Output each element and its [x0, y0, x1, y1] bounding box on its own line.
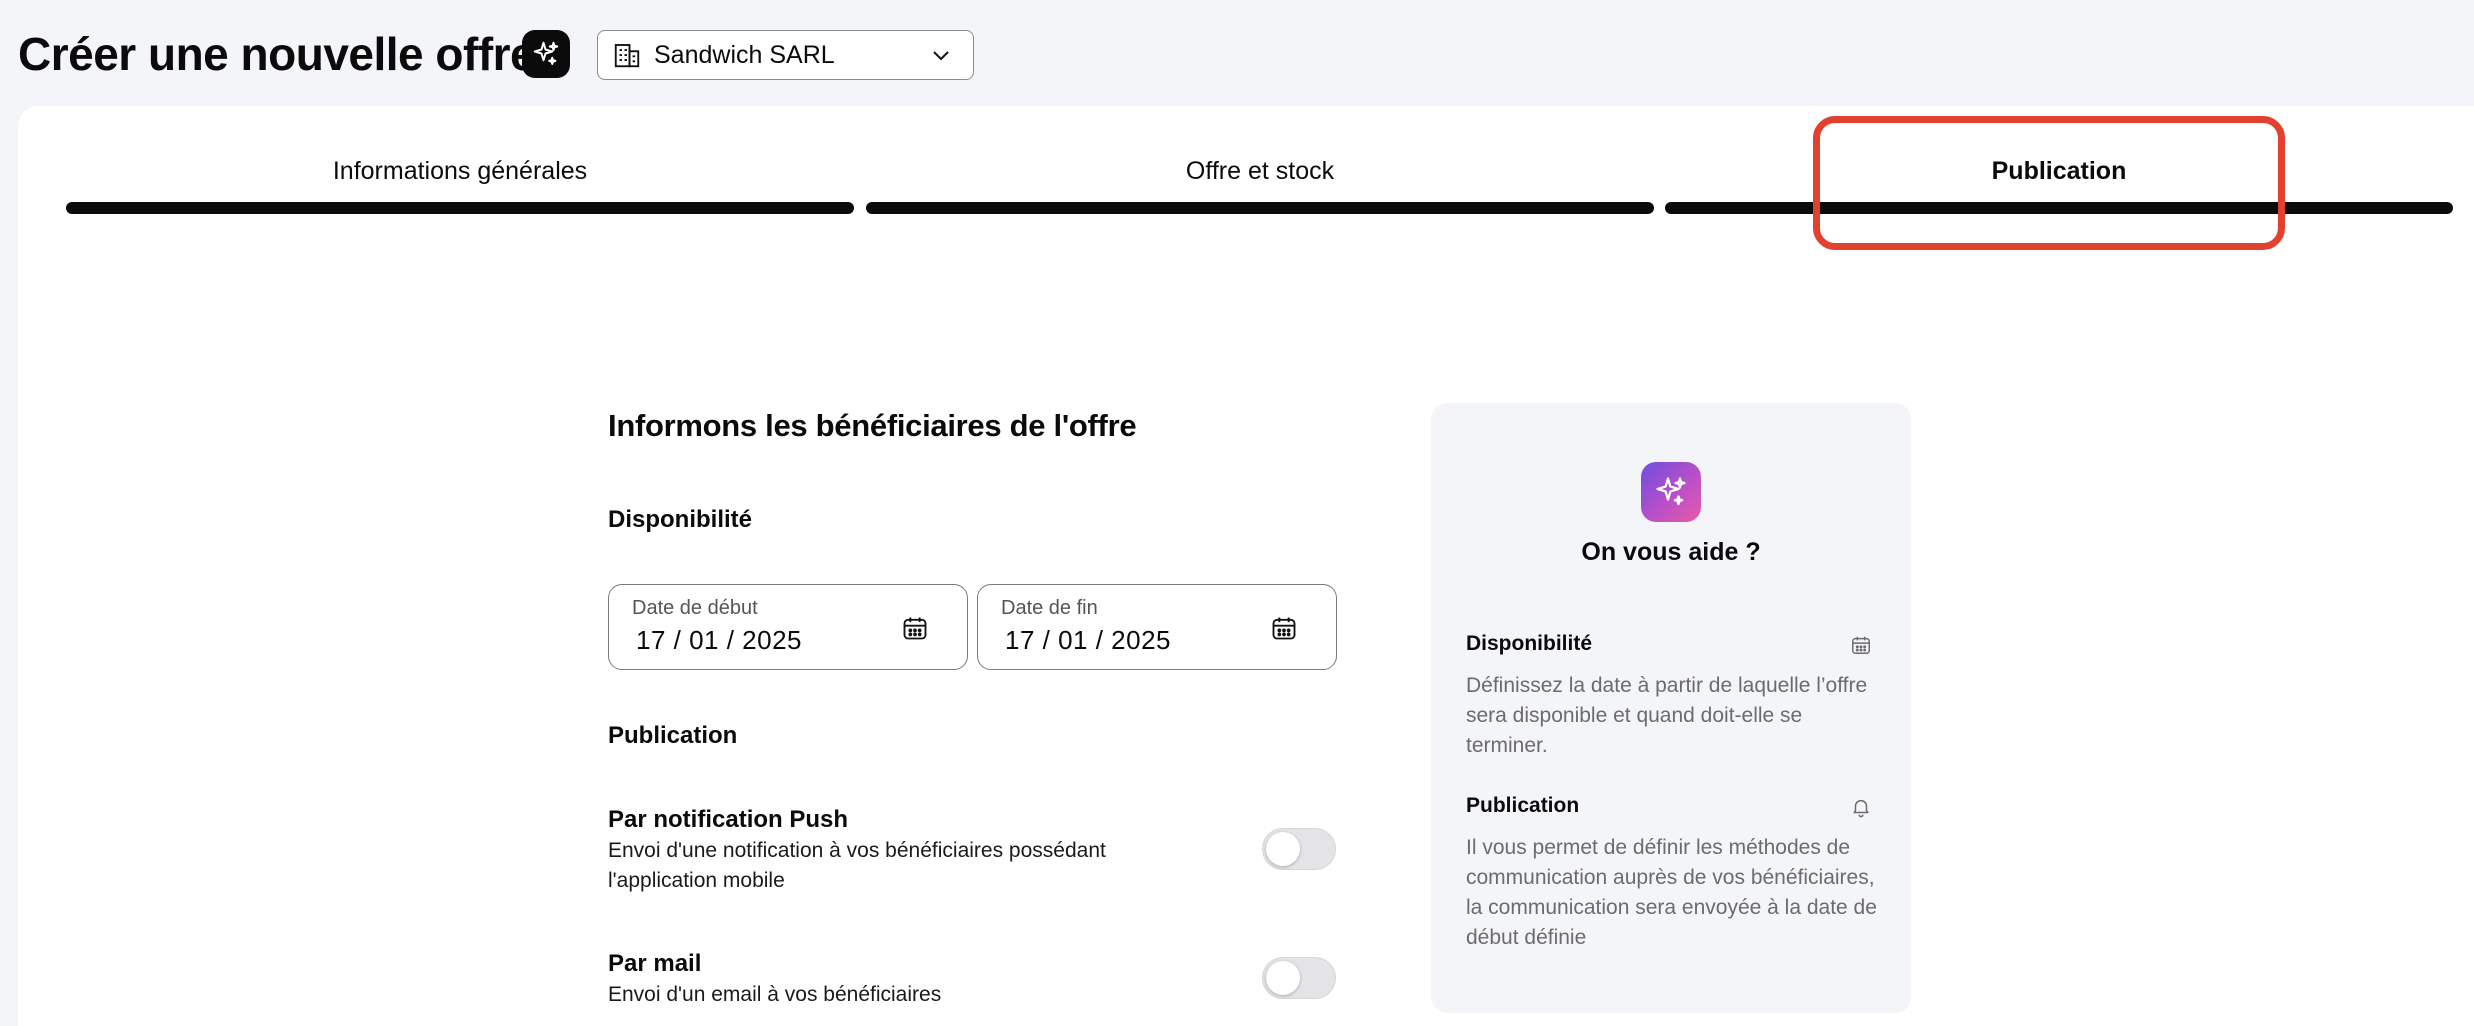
- help-title: On vous aide ?: [1581, 538, 1761, 566]
- calendar-icon: [1852, 636, 1870, 654]
- end-date-value[interactable]: 17 / 01 / 2025: [1005, 625, 1171, 656]
- mail-toggle[interactable]: [1262, 957, 1336, 999]
- help-publication-title: Publication: [1466, 794, 1580, 817]
- push-toggle[interactable]: [1262, 828, 1336, 870]
- step-highlight-box: [1813, 116, 2285, 250]
- bell-icon: [1853, 799, 1869, 818]
- mail-option-desc: Envoi d'un email à vos bénéficiaires: [608, 983, 942, 1006]
- start-date-label: Date de début: [632, 597, 758, 619]
- company-select-value: Sandwich SARL: [654, 40, 835, 69]
- end-date-label: Date de fin: [1001, 597, 1098, 619]
- help-publication-text: Il vous permet de définir les méthodes d…: [1466, 836, 1877, 949]
- step-offre-et-stock[interactable]: Offre et stock: [866, 156, 1654, 186]
- start-date-field[interactable]: Date de début 17 / 01 / 2025: [608, 584, 968, 670]
- calendar-icon[interactable]: [901, 614, 929, 642]
- mail-toggle-knob: [1266, 961, 1300, 995]
- building-icon: [614, 44, 640, 68]
- step-bar-informations-generales: [66, 202, 854, 214]
- sparkles-icon: [1656, 477, 1686, 506]
- start-date-value[interactable]: 17 / 01 / 2025: [636, 625, 802, 656]
- push-option-title: Par notification Push: [608, 806, 849, 833]
- availability-label: Disponibilité: [608, 506, 752, 533]
- sparkles-icon: [533, 41, 559, 65]
- push-option-desc: Envoi d'une notification à vos bénéficia…: [608, 839, 1106, 892]
- page-title: Créer une nouvelle offre: [18, 28, 536, 80]
- help-availability-title: Disponibilité: [1466, 632, 1592, 655]
- end-date-field[interactable]: Date de fin 17 / 01 / 2025: [977, 584, 1337, 670]
- step-bar-offre-et-stock: [866, 202, 1654, 214]
- sparkles-button[interactable]: [522, 30, 570, 78]
- mail-option-title: Par mail: [608, 950, 702, 977]
- chevron-down-icon: [933, 51, 949, 61]
- help-sparkles-badge: [1641, 462, 1701, 522]
- push-toggle-knob: [1266, 832, 1300, 866]
- help-availability-text: Définissez la date à partir de laquelle …: [1466, 674, 1868, 757]
- publication-label: Publication: [608, 722, 738, 749]
- calendar-icon[interactable]: [1270, 614, 1298, 642]
- form-title: Informons les bénéficiaires de l'offre: [608, 408, 1137, 443]
- step-informations-generales[interactable]: Informations générales: [66, 156, 854, 186]
- company-select[interactable]: Sandwich SARL: [597, 30, 974, 80]
